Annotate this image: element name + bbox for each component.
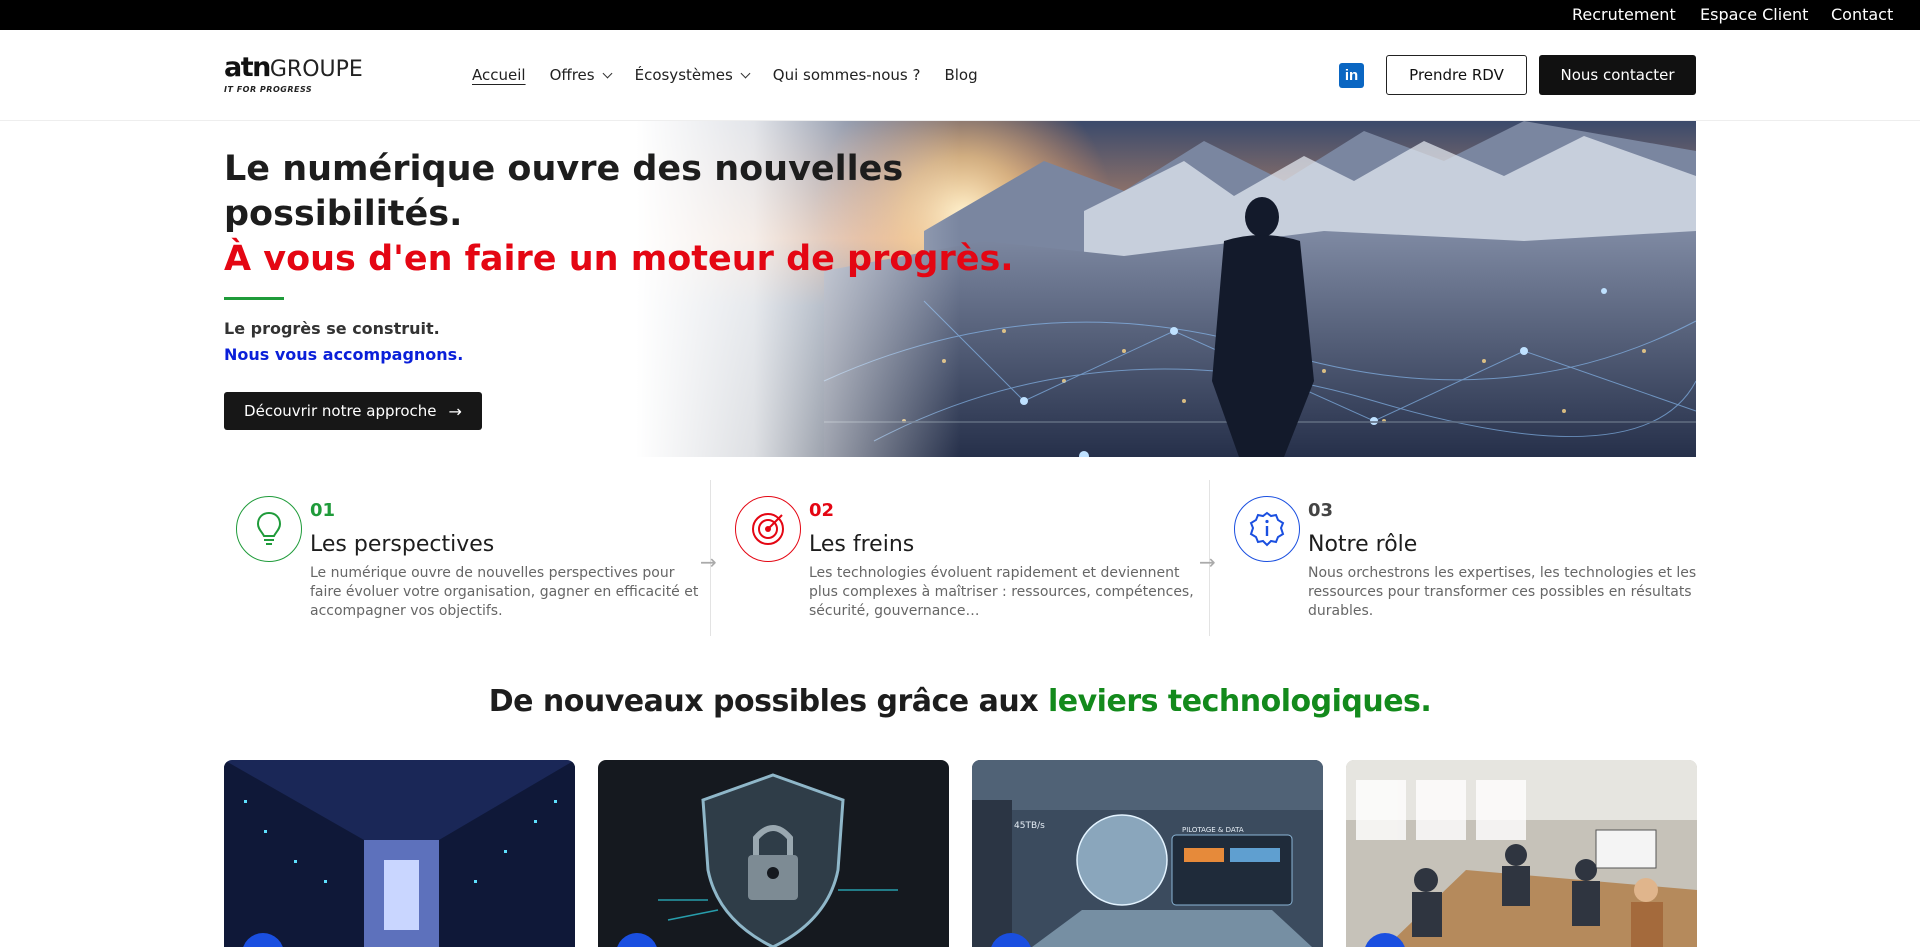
nav-item-blog[interactable]: Blog (944, 66, 977, 84)
levers-section-title: De nouveaux possibles grâce aux leviers … (0, 684, 1920, 719)
discover-approach-label: Découvrir notre approche (244, 402, 437, 420)
step-perspectives: 01 Les perspectives Le numérique ouvre d… (224, 480, 722, 636)
nav-label: Blog (944, 66, 978, 84)
hero-title-accent: À vous d'en faire un moteur de progrès. (224, 239, 1014, 279)
svg-text:PILOTAGE & DATA: PILOTAGE & DATA (1182, 826, 1244, 834)
step-description: Le numérique ouvre de nouvelles perspect… (310, 565, 699, 619)
step-title: Les freins (809, 532, 915, 557)
data-card[interactable]: 45TB/s PILOTAGE & DATA (972, 760, 1323, 947)
step-description: Nous orchestrons les expertises, les tec… (1308, 565, 1697, 619)
lightbulb-icon (236, 496, 302, 562)
nav-item-qui-sommes-nous[interactable]: Qui sommes-nous ? (773, 66, 921, 84)
nav-label: Offres (549, 66, 595, 84)
discover-approach-button[interactable]: Découvrir notre approche → (224, 392, 482, 430)
logo-brand-bold: atn (224, 52, 271, 83)
arrow-right-icon: → (700, 550, 717, 574)
security-card[interactable] (598, 760, 949, 947)
site-header: atnGROUPE IT FOR PROGRESS Accueil Offres… (0, 30, 1920, 121)
top-bar: Recrutement Espace Client Contact (0, 0, 1920, 30)
office-team-image (1346, 760, 1697, 947)
nous-contacter-button[interactable]: Nous contacter (1539, 55, 1696, 95)
datacenter-image (224, 760, 575, 947)
step-number: 03 (1308, 500, 1334, 521)
nav-label: Écosystèmes (634, 66, 733, 84)
client-space-link[interactable]: Espace Client (1700, 5, 1808, 24)
logo-brand-light: GROUPE (269, 57, 363, 82)
chevron-down-icon (602, 68, 613, 78)
step-title: Notre rôle (1308, 532, 1418, 557)
nav-label: Qui sommes-nous ? (772, 66, 921, 84)
step-freins: 02 Les freins Les technologies évoluent … (723, 480, 1221, 636)
steps-row: 01 Les perspectives Le numérique ouvre d… (224, 480, 1696, 636)
step-title: Les perspectives (310, 532, 495, 557)
security-shield-image (598, 760, 949, 947)
step-number: 01 (310, 500, 336, 521)
main-nav: Accueil Offres Écosystèmes Qui sommes-no… (472, 66, 1002, 84)
logo[interactable]: atnGROUPE IT FOR PROGRESS (224, 54, 384, 98)
chevron-down-icon (740, 68, 751, 78)
nav-item-ecosystemes[interactable]: Écosystèmes (634, 66, 751, 84)
step-number: 02 (809, 500, 835, 521)
hero: Le numérique ouvre des nouvelles possibi… (224, 121, 1696, 457)
hero-title: Le numérique ouvre des nouvelles possibi… (224, 149, 904, 234)
svg-text:45TB/s: 45TB/s (1014, 821, 1045, 831)
linkedin-icon[interactable]: in (1339, 63, 1364, 88)
contact-link[interactable]: Contact (1831, 5, 1893, 24)
arrow-right-icon: → (448, 401, 462, 421)
step-description: Les technologies évoluent rapidement et … (809, 565, 1194, 619)
section-title-accent: leviers technologiques. (1048, 684, 1432, 719)
info-badge-icon (1234, 496, 1300, 562)
datacenter-card[interactable] (224, 760, 575, 947)
recruitment-link[interactable]: Recrutement (1572, 5, 1676, 24)
hero-subtitle-2: Nous vous accompagnons. (224, 345, 464, 364)
team-card[interactable] (1346, 760, 1697, 947)
nav-label: Accueil (472, 66, 526, 84)
nav-item-accueil[interactable]: Accueil (472, 66, 526, 84)
arrow-right-icon: → (1199, 550, 1216, 574)
target-icon (735, 496, 801, 562)
nav-item-offres[interactable]: Offres (549, 66, 613, 84)
hero-subtitle-1: Le progrès se construit. (224, 319, 440, 338)
logo-tagline: IT FOR PROGRESS (224, 85, 313, 94)
section-title-main: De nouveaux possibles grâce aux (488, 684, 1048, 719)
step-notre-role: 03 Notre rôle Nous orchestrons les exper… (1222, 480, 1720, 636)
data-hologram-image: 45TB/s PILOTAGE & DATA (972, 760, 1323, 947)
hero-divider (224, 297, 284, 300)
prendre-rdv-button[interactable]: Prendre RDV (1386, 55, 1527, 95)
